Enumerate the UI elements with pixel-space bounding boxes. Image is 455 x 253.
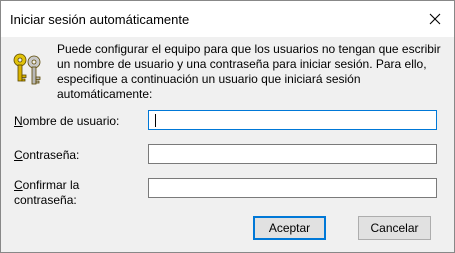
username-input[interactable] bbox=[148, 110, 437, 130]
confirm-password-input[interactable] bbox=[148, 178, 437, 198]
username-label-text: ombre de usuario: bbox=[22, 114, 120, 128]
confirm-password-label: Confirmar la contraseña: bbox=[14, 178, 79, 208]
description-line: Puede configurar el equipo para que los … bbox=[57, 42, 441, 56]
text-caret bbox=[155, 114, 156, 127]
password-label-text: ontraseña: bbox=[22, 148, 80, 162]
confirm-label-text: onfirmar la bbox=[22, 178, 80, 192]
description-line: un nombre de usuario y una contraseña pa… bbox=[57, 57, 427, 71]
description-text: Puede configurar el equipo para que los … bbox=[57, 42, 447, 102]
description-line: especifique a continuación un usuario qu… bbox=[57, 72, 361, 86]
password-label-mnemonic: C bbox=[14, 148, 23, 162]
password-input[interactable] bbox=[148, 144, 437, 164]
window-title: Iniciar sesión automáticamente bbox=[10, 12, 190, 27]
dialog-window: Iniciar sesión automáticamente Puede con… bbox=[0, 0, 455, 253]
confirm-label-mnemonic: C bbox=[14, 178, 23, 192]
username-label: Nombre de usuario: bbox=[14, 114, 119, 129]
title-bar: Iniciar sesión automáticamente bbox=[1, 1, 454, 37]
username-label-mnemonic: N bbox=[14, 114, 23, 128]
password-label: Contraseña: bbox=[14, 148, 79, 163]
keys-icon bbox=[11, 51, 47, 87]
close-button[interactable] bbox=[420, 7, 450, 31]
accept-button[interactable]: Aceptar bbox=[253, 216, 326, 240]
cancel-button[interactable]: Cancelar bbox=[358, 216, 431, 240]
confirm-label-line2: contraseña: bbox=[14, 193, 77, 207]
close-icon bbox=[429, 13, 441, 25]
description-line: automáticamente: bbox=[57, 87, 153, 101]
